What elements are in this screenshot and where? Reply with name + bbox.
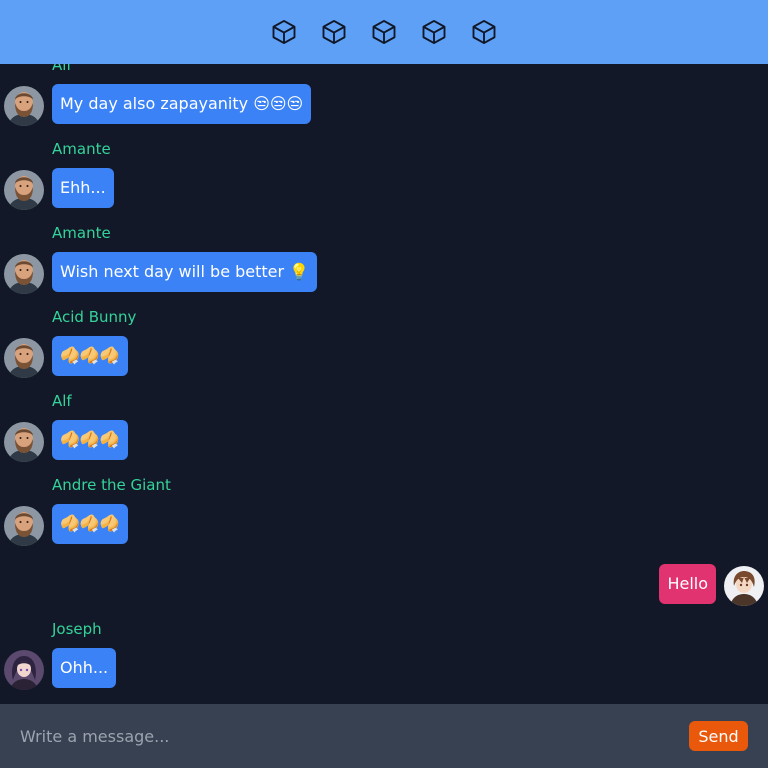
message-bubble[interactable]: Ohh... — [52, 648, 117, 688]
message-bubble[interactable]: Ehh... — [52, 168, 114, 208]
top-toolbar — [0, 0, 768, 64]
man-bearded-avatar[interactable] — [4, 338, 44, 378]
man-bearded-avatar[interactable] — [4, 86, 44, 126]
send-button[interactable]: Send — [689, 721, 748, 751]
sender-name: Acid Bunny — [52, 308, 137, 326]
message-bubble[interactable]: Wish next day will be better 💡 — [52, 252, 318, 292]
man-bearded-avatar[interactable] — [4, 506, 44, 546]
cube-icon[interactable] — [370, 18, 398, 46]
cube-icon[interactable] — [320, 18, 348, 46]
man-bearded-avatar[interactable] — [4, 422, 44, 462]
message-feed[interactable]: Alf My day also zapayanity 😒😒😒 Amante Eh… — [0, 0, 768, 704]
sender-name: Joseph — [52, 620, 102, 638]
man-bearded-avatar[interactable] — [4, 254, 44, 294]
message-bubble[interactable]: My day also zapayanity 😒😒😒 — [52, 84, 312, 124]
anime-user-avatar[interactable] — [724, 566, 764, 606]
cube-icon[interactable] — [270, 18, 298, 46]
message-bubble[interactable]: 🥠🥠🥠 — [52, 420, 128, 460]
sender-name: Andre the Giant — [52, 476, 171, 494]
message-bubble[interactable]: 🥠🥠🥠 — [52, 504, 128, 544]
man-bearded-avatar[interactable] — [4, 170, 44, 210]
message-bubble[interactable]: 🥠🥠🥠 — [52, 336, 128, 376]
message-input[interactable] — [0, 704, 680, 768]
message-composer: Send — [0, 704, 768, 768]
cube-icon[interactable] — [420, 18, 448, 46]
message-bubble-outgoing[interactable]: Hello — [659, 564, 716, 604]
cube-icon[interactable] — [470, 18, 498, 46]
sender-name: Amante — [52, 140, 111, 158]
anime-girl-avatar[interactable] — [4, 650, 44, 690]
sender-name: Amante — [52, 224, 111, 242]
sender-name: Alf — [52, 392, 72, 410]
